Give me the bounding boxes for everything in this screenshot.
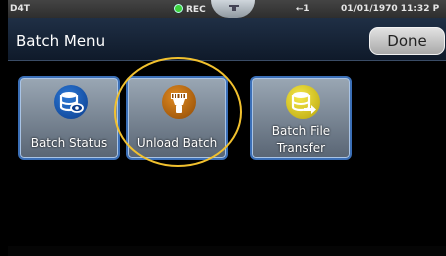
usb-count: 1: [303, 4, 310, 14]
device-name: D4T: [10, 4, 30, 14]
tile-label-line1: Batch File: [271, 124, 331, 138]
page-title: Batch Menu: [16, 32, 106, 50]
tile-label: Batch Status: [30, 136, 108, 150]
usb-status: ⭠1: [296, 4, 309, 14]
record-dot-icon: [174, 4, 183, 13]
done-button[interactable]: Done: [369, 27, 445, 55]
batch-status-button[interactable]: Batch Status: [18, 76, 120, 160]
status-bar: D4T REC ⭠1 01/01/1970 11:32 P: [8, 0, 446, 18]
header: Batch Menu Done: [8, 18, 446, 61]
pulldown-tab[interactable]: [211, 0, 255, 18]
highlight-annotation-ring: [114, 57, 242, 167]
bottom-bar: [8, 246, 446, 256]
datetime: 01/01/1970 11:32 P: [341, 4, 440, 14]
batch-file-transfer-button[interactable]: Batch File Transfer: [250, 76, 352, 160]
database-transfer-icon: [286, 85, 320, 119]
rec-label: REC: [186, 5, 206, 15]
pulldown-handle-icon: [229, 5, 239, 11]
rec-indicator: REC: [174, 4, 206, 15]
database-eye-icon: [54, 85, 88, 119]
tile-label-line2: Transfer: [276, 141, 326, 155]
device-screen: D4T REC ⭠1 01/01/1970 11:32 P Batch Menu…: [8, 0, 446, 256]
